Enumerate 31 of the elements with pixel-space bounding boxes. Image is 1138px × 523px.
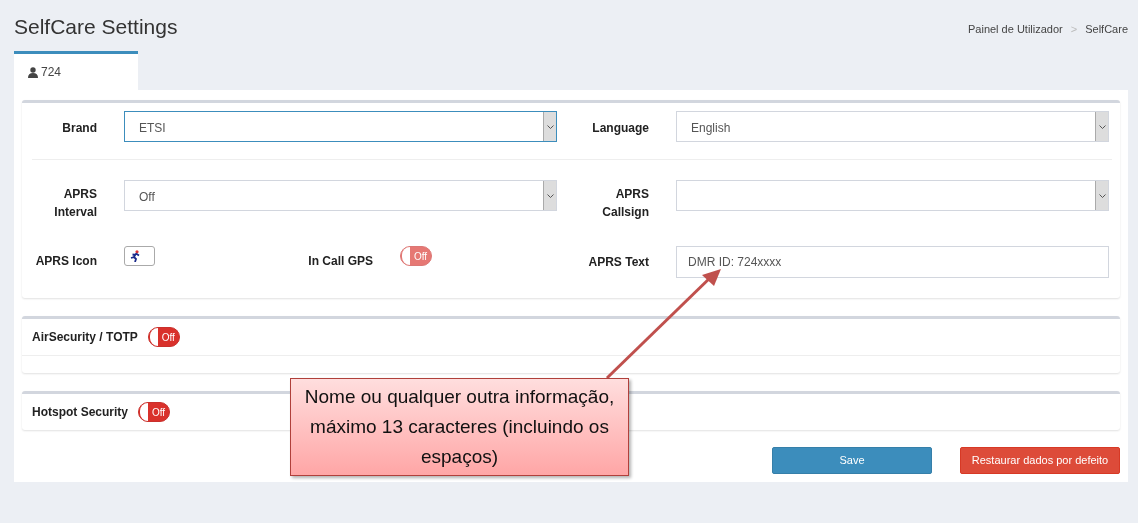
page-title: SelfCare Settings — [14, 14, 178, 40]
save-button[interactable]: Save — [772, 447, 932, 475]
caret-icon — [1098, 193, 1106, 198]
runner-icon — [130, 250, 141, 263]
field-label: Brand — [61, 120, 97, 138]
caret-icon — [1098, 124, 1106, 129]
field-label: APRS Icon — [34, 253, 97, 271]
field-label: APRS Interval — [53, 186, 97, 222]
dropdown-field[interactable]: English — [676, 111, 1109, 143]
caret-icon — [546, 124, 554, 129]
field-label: APRS Callsign — [601, 186, 649, 222]
dropdown-field[interactable] — [676, 180, 1109, 212]
user-icon — [28, 66, 38, 78]
toggle-switch[interactable]: Off — [138, 402, 170, 423]
section-label: AirSecurity / TOTP — [32, 329, 138, 347]
breadcrumb-separator: > — [1070, 22, 1078, 37]
breadcrumb-link[interactable]: Painel de Utilizador — [968, 21, 1063, 40]
breadcrumb-link[interactable]: SelfCare — [1085, 21, 1128, 40]
toggle-switch[interactable]: Off — [147, 327, 180, 348]
field-label: In Call GPS — [307, 253, 373, 271]
dropdown-field[interactable]: Off — [124, 180, 557, 212]
caret-icon — [546, 193, 554, 198]
user-tab[interactable]: 724 — [14, 51, 138, 91]
callout-note: Nome ou qualquer outra informação, máximo 13 caracteres (incluindo os espaços) — [290, 378, 629, 476]
section-label: Hotspot Security — [32, 404, 128, 422]
field-label: Language — [591, 120, 649, 138]
text-field[interactable]: DMR ID: 724xxxx — [676, 246, 1109, 279]
field-label: APRS Text — [587, 254, 649, 272]
icon-picker[interactable] — [124, 246, 155, 267]
dropdown-field[interactable]: ETSI — [124, 111, 557, 143]
restore-button[interactable]: Restaurar dados por defeito — [960, 447, 1120, 475]
